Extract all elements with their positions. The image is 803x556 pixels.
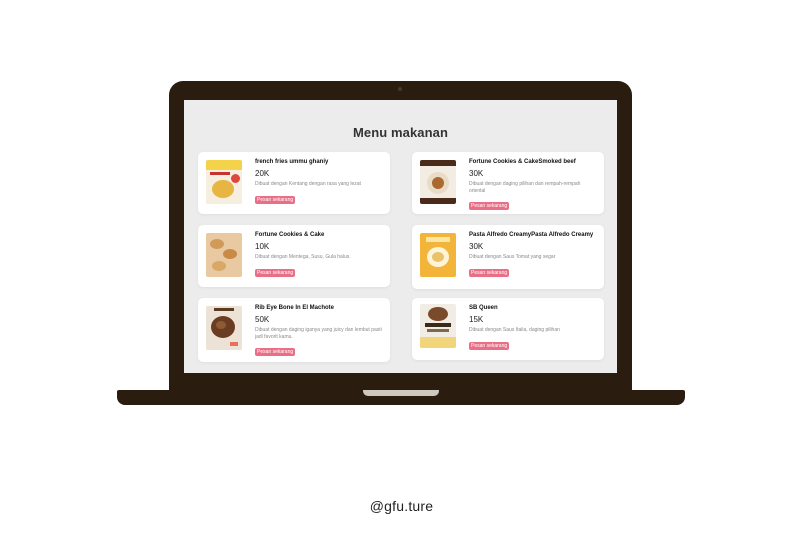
rib-eye-image bbox=[206, 306, 242, 350]
menu-card: french fries ummu ghaniy 20K Dibuat deng… bbox=[198, 152, 390, 214]
sb-queen-image bbox=[420, 304, 456, 348]
menu-item-price: 10K bbox=[255, 242, 270, 251]
order-now-button[interactable]: Pesan sekarang bbox=[255, 268, 296, 277]
menu-item-price: 20K bbox=[255, 169, 270, 178]
order-now-button[interactable]: Pesan sekarang bbox=[469, 268, 510, 277]
laptop-notch bbox=[363, 390, 439, 396]
laptop-lid: Menu makanan french fries ummu ghaniy 20… bbox=[169, 81, 632, 393]
menu-item-price: 50K bbox=[255, 315, 270, 324]
menu-item-name: Rib Eye Bone In El Machote bbox=[255, 305, 335, 311]
order-now-button[interactable]: Pesan sekarang bbox=[255, 348, 296, 356]
menu-item-description: Dibuat dengan Kentang dengan rasa yang l… bbox=[255, 181, 361, 187]
menu-item-description: Dibuat dengan daging iganya yang juicy d… bbox=[255, 327, 382, 340]
menu-item-description: Dibuat dengan Saus Tomat yang segar bbox=[469, 254, 556, 260]
menu-item-name: SB Queen bbox=[469, 305, 498, 311]
laptop-base bbox=[117, 390, 685, 405]
menu-card: SB Queen 15K Dibuat dengan Saus Italia, … bbox=[412, 298, 604, 360]
menu-card: Rib Eye Bone In El Machote 50K Dibuat de… bbox=[198, 298, 390, 362]
menu-item-description: Dibuat dengan Mentega, Susu, Gula halus. bbox=[255, 254, 351, 260]
order-now-button[interactable]: Pesan sekarang bbox=[255, 195, 296, 204]
smoked-beef-image bbox=[420, 160, 456, 204]
menu-item-name: Fortune Cookies & Cake bbox=[255, 232, 325, 238]
menu-item-price: 30K bbox=[469, 169, 484, 178]
menu-item-name: french fries ummu ghaniy bbox=[255, 159, 329, 165]
menu-item-description: Dibuat dengan Saus Italia, daging piliha… bbox=[469, 327, 560, 333]
fortune-cookies-image bbox=[206, 233, 242, 277]
menu-card: Fortune Cookies & CakeSmoked beef 30K Di… bbox=[412, 152, 604, 214]
menu-item-name: Pasta Alfredo CreamyPasta Alfredo Creamy bbox=[469, 232, 594, 238]
menu-grid: french fries ummu ghaniy 20K Dibuat deng… bbox=[198, 152, 604, 362]
webcam-icon bbox=[398, 87, 402, 91]
pasta-alfredo-image bbox=[420, 233, 456, 277]
menu-card: Pasta Alfredo CreamyPasta Alfredo Creamy… bbox=[412, 225, 604, 289]
watermark-handle: @gfu.ture bbox=[369, 498, 434, 514]
french-fries-promo-image bbox=[206, 160, 242, 204]
order-now-button[interactable]: Pesan sekarang bbox=[469, 341, 510, 350]
menu-item-price: 15K bbox=[469, 315, 484, 324]
laptop-screen: Menu makanan french fries ummu ghaniy 20… bbox=[184, 100, 617, 373]
menu-item-price: 30K bbox=[469, 242, 484, 251]
menu-item-description: Dibuat dengan daging pilihan dan rempah-… bbox=[469, 181, 581, 194]
menu-item-name: Fortune Cookies & CakeSmoked beef bbox=[469, 159, 576, 165]
order-now-button[interactable]: Pesan sekarang bbox=[469, 202, 510, 210]
page-title: Menu makanan bbox=[352, 125, 449, 140]
menu-card: Fortune Cookies & Cake 10K Dibuat dengan… bbox=[198, 225, 390, 287]
